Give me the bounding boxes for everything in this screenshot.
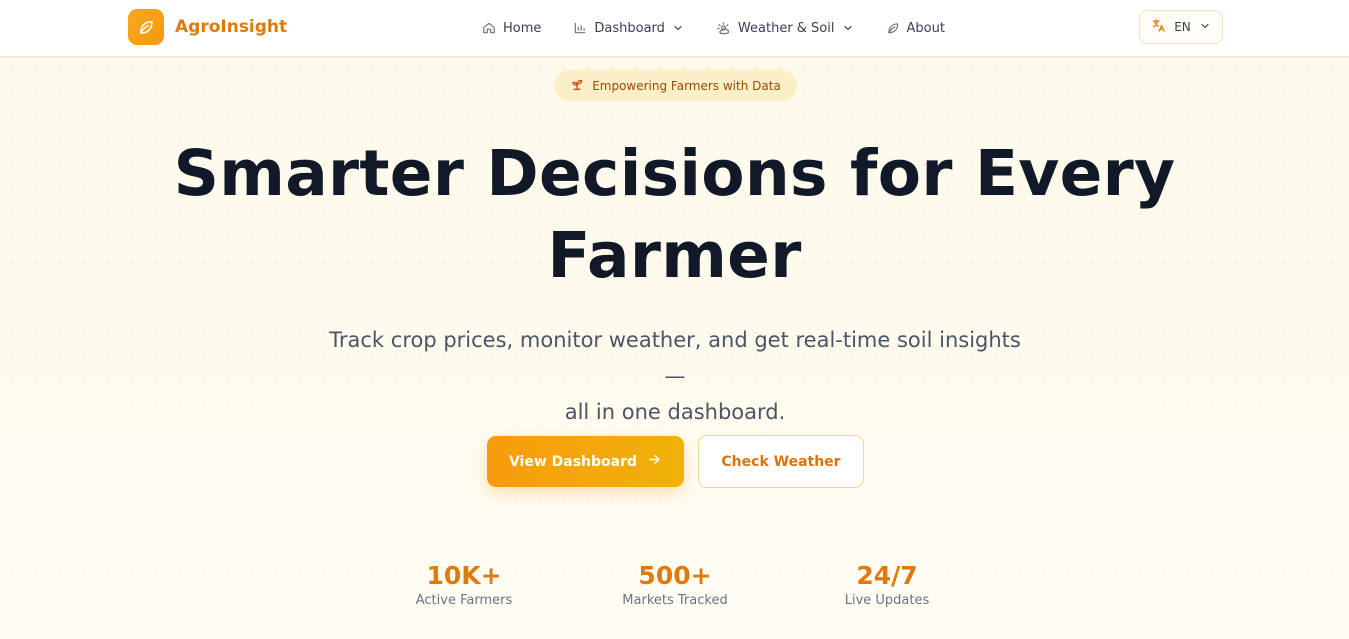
check-weather-button[interactable]: Check Weather <box>698 435 864 488</box>
brand-home-link[interactable]: AgroInsight <box>128 9 287 45</box>
language-selector[interactable]: EN <box>1139 10 1223 44</box>
stat-active-farmers: 10K+ Active Farmers <box>374 560 554 608</box>
view-dashboard-button[interactable]: View Dashboard <box>487 436 684 487</box>
hero-subtitle-line-2: all in one dashboard. <box>564 400 786 424</box>
hero-badge: Empowering Farmers with Data <box>554 70 797 101</box>
brand-name: AgroInsight <box>175 17 288 37</box>
view-dashboard-button-label: View Dashboard <box>508 453 638 470</box>
stat-live-updates: 24/7 Live Updates <box>797 560 977 608</box>
chevron-down-icon <box>842 22 854 34</box>
stat-value: 500+ <box>638 561 712 590</box>
nav-item-dashboard-label: Dashboard <box>594 20 665 36</box>
nav-item-dashboard[interactable]: Dashboard <box>573 21 684 36</box>
hero-title-line-2: Farmer <box>547 219 802 292</box>
sun-cloud-icon <box>716 21 731 36</box>
stat-markets-tracked: 500+ Markets Tracked <box>585 560 765 608</box>
hero-title-line-1: Smarter Decisions for Every <box>173 137 1176 210</box>
arrow-right-icon <box>647 452 662 471</box>
seedling-icon <box>570 77 584 94</box>
hero-badge-text: Empowering Farmers with Data <box>592 78 781 93</box>
home-icon <box>482 21 496 35</box>
main-nav: Home Dashboard Weather & Soil About <box>482 0 977 56</box>
nav-item-weather-soil[interactable]: Weather & Soil <box>716 21 854 36</box>
nav-item-weather-soil-label: Weather & Soil <box>737 20 835 36</box>
hero-title: Smarter Decisions for Every Farmer <box>0 133 1349 297</box>
chevron-down-icon <box>672 22 684 34</box>
translate-icon <box>1151 18 1166 36</box>
top-navbar: AgroInsight Home Dashboard Weather & Soi… <box>0 0 1349 57</box>
hero-subtitle: Track crop prices, monitor weather, and … <box>324 322 1026 430</box>
stat-label: Markets Tracked <box>622 593 728 608</box>
stat-value: 10K+ <box>426 561 502 590</box>
bar-chart-icon <box>573 21 587 35</box>
nav-item-about[interactable]: About <box>886 21 945 36</box>
stat-value: 24/7 <box>856 561 918 590</box>
nav-item-home[interactable]: Home <box>482 21 541 36</box>
hero-subtitle-line-1: Track crop prices, monitor weather, and … <box>329 328 1021 388</box>
stat-label: Active Farmers <box>415 593 513 608</box>
leaf-icon <box>886 21 900 35</box>
stat-label: Live Updates <box>844 593 930 608</box>
chevron-down-icon <box>1199 20 1211 35</box>
leaf-icon <box>128 9 164 45</box>
language-label: EN <box>1174 20 1191 34</box>
check-weather-button-label: Check Weather <box>721 453 841 470</box>
nav-item-home-label: Home <box>503 20 542 36</box>
nav-item-about-label: About <box>906 20 945 36</box>
